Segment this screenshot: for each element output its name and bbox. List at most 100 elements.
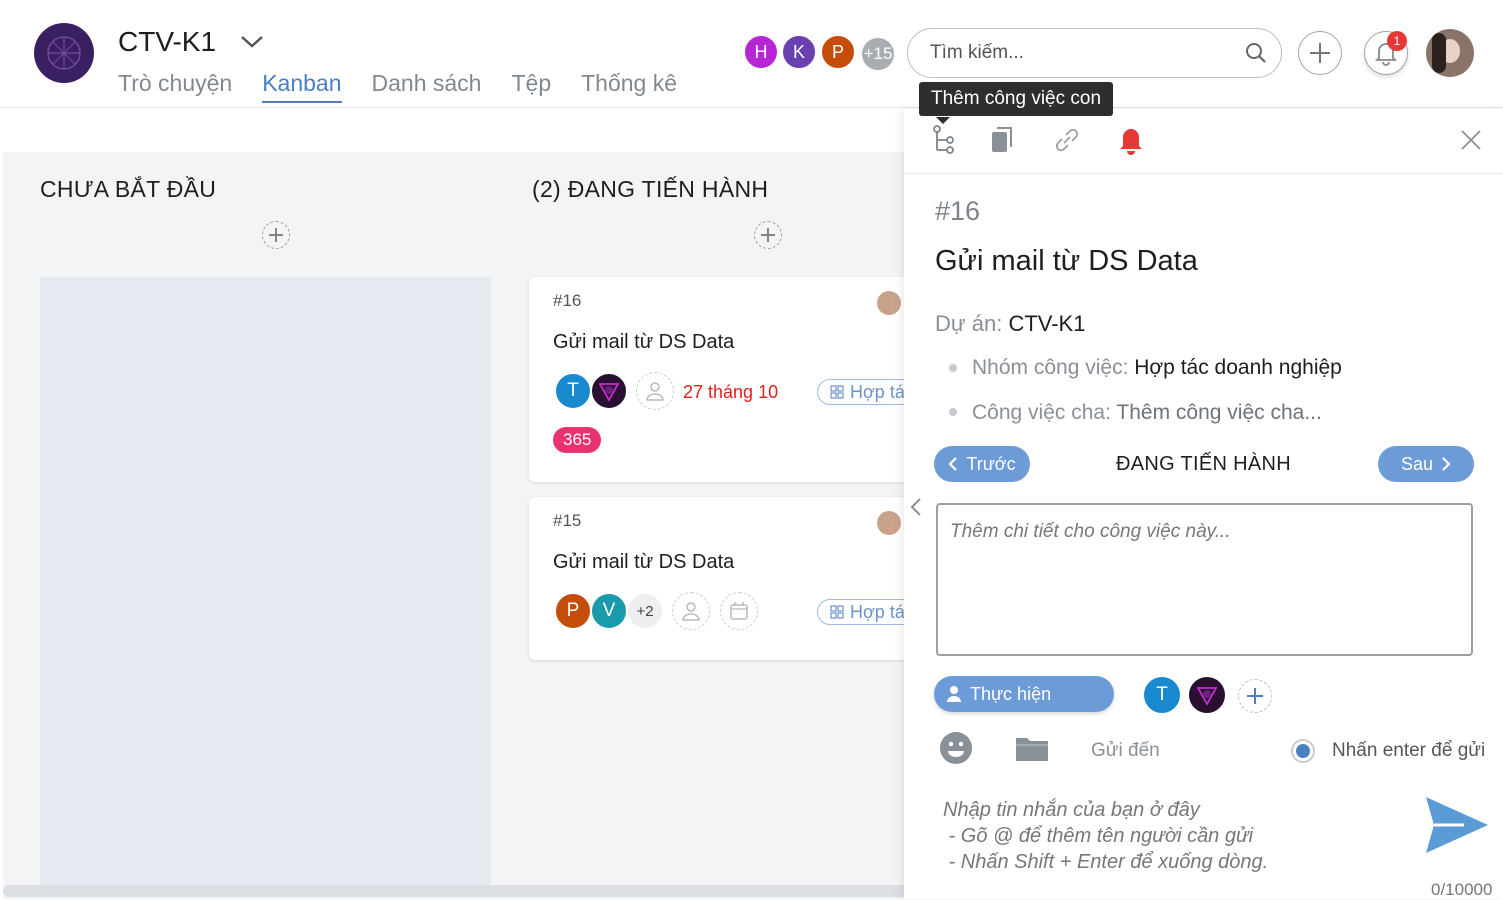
add-task-button[interactable] [262,221,290,249]
assignee-avatar[interactable] [1187,675,1227,715]
assignee-avatar[interactable]: T [1142,675,1182,715]
enter-to-send-label: Nhấn enter để gửi [1332,740,1486,761]
radio-dot [1296,744,1310,758]
add-follower-button[interactable] [672,592,710,630]
task-id: #15 [553,511,582,530]
calendar-icon [730,602,748,620]
task-title: Gửi mail từ DS Data [553,331,735,353]
task-id: #16 [553,291,582,310]
assignee-avatar[interactable]: T [554,372,592,410]
chevron-down-icon[interactable] [240,32,264,52]
prev-status-label: Trước [966,453,1016,474]
bullet [949,364,957,372]
group-value[interactable]: Hợp tác doanh nghiệp [1134,356,1342,379]
creator-avatar [877,291,901,315]
user-icon [947,686,961,702]
project-logo[interactable] [34,23,94,83]
logo-icon [1196,687,1218,706]
grid-icon [830,385,844,399]
notification-badge: 1 [1387,31,1407,51]
app-header: CTV-K1 Trò chuyện Kanban Danh sách Tệp T… [0,0,1503,108]
assignee-role-label: Thực hiện [970,683,1052,704]
task-title[interactable]: Gửi mail từ DS Data [935,245,1198,278]
folder-icon[interactable] [1014,733,1050,763]
assignee-role-button[interactable]: Thực hiện [934,676,1114,712]
add-follower-button[interactable] [636,372,674,410]
project-nav: Trò chuyện Kanban Danh sách Tệp Thống kê [118,70,707,103]
task-tag[interactable]: 365 [553,427,602,453]
due-date[interactable]: 27 tháng 10 [683,382,778,403]
task-group-label: Hợp tá [850,381,905,402]
plus-icon [1247,688,1263,704]
copy-icon[interactable] [989,125,1015,155]
close-icon[interactable] [1459,128,1483,152]
grid-icon [830,605,844,619]
group-row: Nhóm công việc: Hợp tác doanh nghiệp [972,356,1342,380]
add-task-button[interactable] [754,221,782,249]
assignee-avatar[interactable]: P [554,592,592,630]
project-row: Dự án: CTV-K1 [935,311,1085,337]
task-card[interactable]: #15 Gửi mail từ DS Data P V +2 Hợp tá [529,497,909,660]
task-card[interactable]: #16 Gửi mail từ DS Data T 27 tháng 10 Hợ… [529,277,909,482]
assignee-avatar[interactable] [590,372,628,410]
user-icon [682,602,700,621]
parent-label: Công việc cha: [972,401,1111,424]
search-icon[interactable] [1244,41,1268,65]
task-title: Gửi mail từ DS Data [553,551,735,573]
link-icon[interactable] [1052,125,1082,155]
send-to-label[interactable]: Gửi đến [1091,740,1160,762]
plus-icon [269,228,283,242]
task-description-input[interactable] [936,503,1473,656]
plus-icon [1310,43,1330,63]
column-title: CHƯA BẮT ĐẦU [40,176,217,202]
creator-avatar [877,511,901,535]
more-members-count[interactable]: +15 [860,36,896,72]
divider [904,173,1503,174]
more-assignees-count[interactable]: +2 [626,592,664,630]
subtask-icon[interactable] [931,125,955,155]
task-group-pill[interactable]: Hợp tá [817,599,909,625]
user-avatar[interactable] [1426,29,1474,77]
assignee-avatar[interactable]: V [590,592,628,630]
chevron-right-icon [1442,457,1451,471]
task-group-pill[interactable]: Hợp tá [817,379,909,405]
next-status-button[interactable]: Sau [1378,446,1474,482]
member-avatar[interactable]: P [820,34,856,70]
add-assignee-button[interactable] [1238,679,1272,713]
set-due-date-button[interactable] [720,592,758,630]
member-avatar[interactable]: H [743,34,779,70]
logo-icon [598,383,620,402]
task-group-label: Hợp tá [850,601,905,622]
project-value[interactable]: CTV-K1 [1008,311,1085,336]
send-icon[interactable] [1424,795,1490,855]
next-status-label: Sau [1400,453,1434,474]
user-icon [646,382,664,401]
parent-row: Công việc cha: Thêm công việc cha... [972,401,1322,425]
plus-icon [761,228,775,242]
emoji-icon[interactable] [939,731,973,765]
collapse-panel-icon[interactable] [908,496,924,518]
tab-stats[interactable]: Thống kê [581,70,677,103]
prev-status-button[interactable]: Trước [934,446,1030,482]
bell-alert-icon[interactable] [1117,124,1145,156]
project-title[interactable]: CTV-K1 [118,26,216,58]
add-button[interactable] [1298,31,1342,75]
char-counter: 0/10000 [1431,880,1493,899]
board-horizontal-scrollbar[interactable] [3,885,908,897]
empty-column-dropzone[interactable] [40,277,491,887]
parent-value[interactable]: Thêm công việc cha... [1116,401,1321,424]
group-label: Nhóm công việc: [972,356,1129,379]
tab-files[interactable]: Tệp [511,70,551,103]
tooltip: Thêm công việc con [919,82,1114,116]
member-avatar[interactable]: K [781,34,817,70]
tab-chat[interactable]: Trò chuyện [118,70,232,103]
tab-kanban[interactable]: Kanban [262,70,342,103]
enter-to-send-radio[interactable] [1291,739,1315,763]
task-id: #16 [935,196,981,226]
column-title: (2) ĐANG TIẾN HÀNH [532,176,769,202]
tab-list[interactable]: Danh sách [372,70,482,103]
current-status: ĐANG TIẾN HÀNH [1116,453,1291,475]
message-input[interactable]: Nhập tin nhắn của bạn ở đây - Gõ @ để th… [943,797,1268,875]
search-input[interactable] [907,28,1282,78]
project-label: Dự án: [935,311,1003,336]
